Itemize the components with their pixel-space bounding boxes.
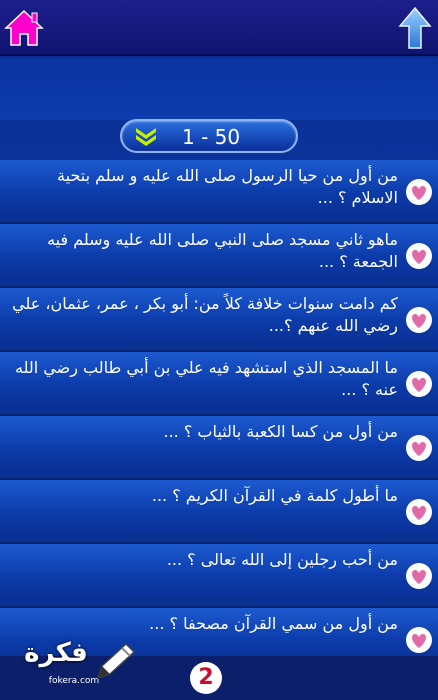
list-item[interactable]: ماهو ثاني مسجد صلى النبي صلى الله عليه و… [0,224,438,288]
header-area [0,58,438,120]
heart-icon[interactable] [404,434,434,462]
list-item[interactable]: من أحب رجلين إلى الله تعالى ؟ ... [0,544,438,608]
top-bar [0,0,438,56]
heart-icon[interactable] [404,178,434,206]
heart-icon[interactable] [404,626,434,654]
question-text: ما أطول كلمة في القرآن الكريم ؟ ... [151,486,398,505]
list-item[interactable]: من أول من كسا الكعبة بالثياب ؟ ... [0,416,438,480]
home-icon[interactable] [4,8,44,48]
watermark-brand: فكرة [24,638,88,668]
list-item[interactable]: ما أطول كلمة في القرآن الكريم ؟ ... [0,480,438,544]
heart-icon[interactable] [404,562,434,590]
pencil-icon [96,642,136,680]
list-item[interactable]: من أول من حيا الرسول صلى الله عليه و سلم… [0,160,438,224]
question-text: من أحب رجلين إلى الله تعالى ؟ ... [166,550,398,569]
question-text: ماهو ثاني مسجد صلى النبي صلى الله عليه و… [47,230,398,271]
list-item[interactable]: كم دامت سنوات خلافة كلاً من: أبو بكر ، ع… [0,288,438,352]
heart-icon[interactable] [404,242,434,270]
heart-icon[interactable] [404,306,434,334]
up-arrow-icon[interactable] [398,6,432,50]
question-text: كم دامت سنوات خلافة كلاً من: أبو بكر ، ع… [12,294,398,335]
range-label: 1 - 50 [182,125,241,149]
double-chevron-down-icon[interactable] [134,125,158,147]
heart-icon[interactable] [404,370,434,398]
question-list: من أول من حيا الرسول صلى الله عليه و سلم… [0,160,438,672]
heart-icon[interactable] [404,498,434,526]
question-text: من أول من حيا الرسول صلى الله عليه و سلم… [57,166,398,207]
question-text: من أول من كسا الكعبة بالثياب ؟ ... [163,422,399,441]
question-text: ما المسجد الذي استشهد فيه علي بن أبي طال… [15,358,398,399]
step-badge: 2 [190,662,222,694]
list-item[interactable]: ما المسجد الذي استشهد فيه علي بن أبي طال… [0,352,438,416]
